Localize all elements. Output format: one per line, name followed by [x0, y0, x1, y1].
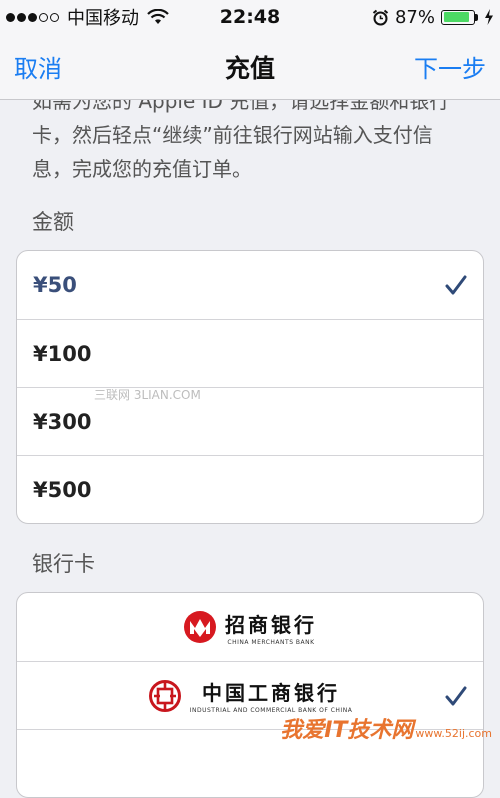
- battery-level: [443, 12, 469, 22]
- watermark-3lian: 三联网 3LIAN.COM: [94, 388, 201, 402]
- bank-name: 中国工商银行: [202, 681, 340, 705]
- amount-option-500[interactable]: ¥500: [17, 455, 483, 523]
- alarm-clock-icon: [372, 9, 389, 25]
- watermark-52ij: 我爱IT技术网 www.52ij.com: [280, 712, 492, 744]
- amount-option-label: ¥300: [33, 409, 92, 434]
- amount-option-label: ¥500: [33, 477, 92, 502]
- cmb-logo: 招商银行 CHINA MERCHANTS BANK: [183, 609, 317, 646]
- checkmark-icon: [445, 686, 467, 705]
- amount-option-300[interactable]: ¥300: [17, 387, 483, 455]
- bank-section-header: 银行卡: [32, 552, 95, 576]
- cmb-logo-icon: [184, 611, 216, 643]
- next-step-button[interactable]: 下一步: [414, 49, 486, 84]
- bank-english-name: CHINA MERCHANTS BANK: [227, 638, 315, 646]
- watermark-url: www.52ij.com: [415, 727, 492, 740]
- icbc-logo: 中国工商银行 INDUSTRIAL AND COMMERCIAL BANK OF…: [148, 677, 353, 714]
- watermark-main: 我爱IT技术网: [280, 718, 414, 743]
- charging-bolt-icon: [485, 9, 493, 25]
- amount-section-header: 金额: [32, 210, 74, 234]
- amount-option-label: ¥50: [33, 273, 77, 297]
- bank-name: 招商银行: [225, 612, 317, 637]
- amount-option-100[interactable]: ¥100: [17, 319, 483, 387]
- recharge-form: 如需为您的 Apple ID 充值，请选择金额和银行卡，然后轻点“继续”前往银行…: [0, 84, 500, 798]
- cancel-button[interactable]: 取消: [14, 49, 62, 84]
- carrier-name: 中国移动: [67, 8, 139, 29]
- amount-option-label: ¥100: [33, 341, 92, 366]
- amount-options-list: ¥50 ¥100 ¥300 ¥500: [16, 250, 484, 524]
- icbc-logo-icon: [148, 679, 181, 712]
- checkmark-icon: [445, 275, 467, 295]
- wifi-icon: [147, 9, 169, 24]
- battery-percent: 87%: [394, 6, 435, 28]
- amount-option-50[interactable]: ¥50: [17, 251, 483, 319]
- bank-option-cmb[interactable]: 招商银行 CHINA MERCHANTS BANK: [17, 593, 483, 661]
- signal-strength-icon: [6, 12, 59, 22]
- status-bar: 中国移动 22:48 87%: [0, 0, 500, 34]
- navigation-bar: 取消 充值 下一步: [0, 34, 500, 100]
- bank-options-list: 招商银行 CHINA MERCHANTS BANK 中国工商银行 INDUSTR…: [16, 592, 484, 798]
- battery-icon: [441, 9, 478, 25]
